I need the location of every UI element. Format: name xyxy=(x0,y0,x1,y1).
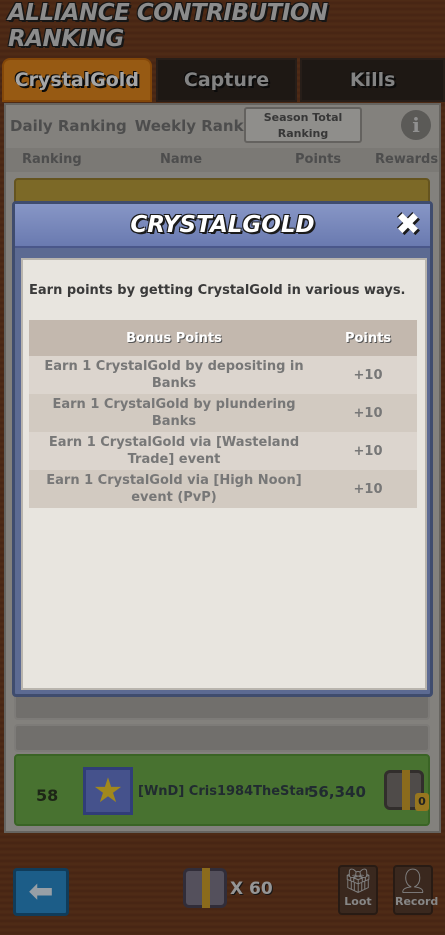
row-desc: Earn 1 CrystalGold by depositing in Bank… xyxy=(44,359,304,391)
header-points: Points xyxy=(344,330,392,346)
row-points: +10 xyxy=(353,443,383,459)
row-points: +10 xyxy=(353,481,383,497)
row-points: +10 xyxy=(353,405,383,421)
row-desc: Earn 1 CrystalGold by plundering Banks xyxy=(52,397,296,429)
row-desc: Earn 1 CrystalGold via [Wasteland Trade]… xyxy=(48,435,300,467)
header-bonus-points: Bonus Points xyxy=(126,330,222,346)
bonus-points-table: Bonus Points Points Earn 1 CrystalGold b… xyxy=(29,320,417,508)
crystalgold-info-modal: CRYSTALGOLD ✖ Earn points by getting Cry… xyxy=(12,201,433,697)
table-header: Bonus Points Points xyxy=(29,320,417,356)
table-row: Earn 1 CrystalGold by depositing in Bank… xyxy=(29,356,417,394)
table-row: Earn 1 CrystalGold via [Wasteland Trade]… xyxy=(29,432,417,470)
table-row: Earn 1 CrystalGold by plundering Banks +… xyxy=(29,394,417,432)
modal-description: Earn points by getting CrystalGold in va… xyxy=(29,283,406,298)
table-row: Earn 1 CrystalGold via [High Noon] event… xyxy=(29,470,417,508)
row-points: +10 xyxy=(353,367,383,383)
modal-body: Earn points by getting CrystalGold in va… xyxy=(21,258,427,690)
modal-header: CRYSTALGOLD xyxy=(15,204,430,248)
close-icon[interactable]: ✖ xyxy=(393,210,423,240)
row-desc: Earn 1 CrystalGold via [High Noon] event… xyxy=(46,473,302,505)
modal-title: CRYSTALGOLD xyxy=(130,212,315,238)
